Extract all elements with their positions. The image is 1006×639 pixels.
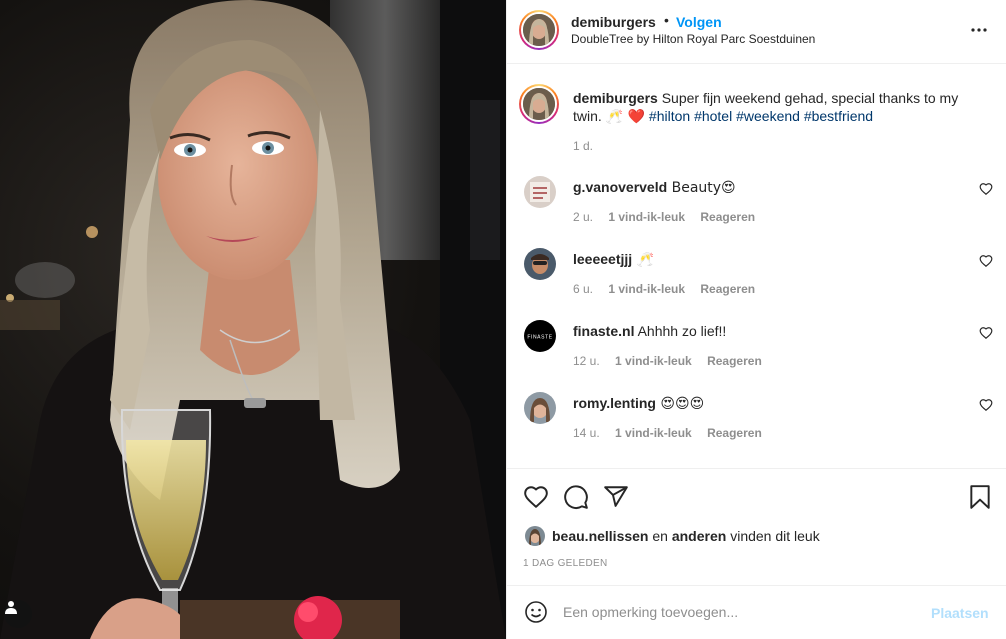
comment-bubble-icon[interactable] [563, 484, 589, 510]
comment-text: g.vanoverveld Beauty😍 [573, 179, 736, 196]
comment-item: FINASTE finaste.nl Ahhhh zo lief!! 12 u.… [507, 320, 1006, 392]
comment-avatar[interactable] [524, 176, 556, 208]
finaste-logo: FINASTE [524, 320, 556, 352]
like-heart-icon[interactable] [523, 484, 549, 510]
comment-item: leeeeetjjj 🥂 6 u. 1 vind-ik-leuk Reagere… [507, 248, 1006, 320]
comment-avatar[interactable]: FINASTE [524, 320, 556, 352]
comment-meta: 6 u. 1 vind-ik-leuk Reageren [573, 282, 767, 296]
comment-input[interactable] [563, 596, 923, 628]
comment-item: romy.lenting 😍😍😍 14 u. 1 vind-ik-leuk Re… [507, 392, 1006, 464]
caption-emojis: 🥂 ❤️ [605, 109, 646, 125]
comment-likes[interactable]: 1 vind-ik-leuk [615, 426, 692, 440]
tagged-users-button[interactable] [4, 600, 32, 628]
comment-meta: 12 u. 1 vind-ik-leuk Reageren [573, 354, 774, 368]
post-date[interactable]: 1 dag geleden [523, 558, 607, 569]
post-header: demiburgers • Volgen DoubleTree by Hilto… [507, 0, 1006, 64]
user-icon [5, 601, 17, 614]
author-avatar[interactable] [519, 10, 559, 50]
comment-username[interactable]: finaste.nl [573, 323, 634, 339]
share-send-icon[interactable] [603, 484, 629, 510]
bookmark-save-icon[interactable] [967, 484, 993, 510]
comment-meta: 14 u. 1 vind-ik-leuk Reageren [573, 426, 774, 440]
comment-body: 🥂 [632, 252, 655, 268]
comment-text: finaste.nl Ahhhh zo lief!! [573, 323, 726, 339]
avatar-image [523, 14, 555, 46]
post-photo[interactable] [0, 0, 506, 639]
comment-likes[interactable]: 1 vind-ik-leuk [608, 282, 685, 296]
caption-timestamp[interactable]: 1 d. [573, 139, 593, 153]
likes-summary: beau.nellissen en anderen vinden dit leu… [552, 528, 820, 544]
comment-username[interactable]: g.vanoverveld [573, 179, 667, 195]
avatar-image [523, 88, 555, 120]
more-options-button[interactable] [967, 18, 991, 42]
hashtag-link[interactable]: #hotel [694, 108, 732, 124]
separator-dot: • [664, 12, 669, 28]
comment-likes[interactable]: 1 vind-ik-leuk [615, 354, 692, 368]
comment-body: 😍😍😍 [655, 396, 705, 412]
comment-avatar[interactable] [524, 248, 556, 280]
like-comment-heart-icon[interactable] [979, 182, 993, 196]
more-horizontal-icon [971, 28, 987, 32]
reply-button[interactable]: Reageren [707, 426, 762, 440]
avatar-image [524, 248, 556, 280]
like-comment-heart-icon[interactable] [979, 326, 993, 340]
comment-body: Ahhhh zo lief!! [634, 323, 727, 339]
comment-body: Beauty😍 [667, 180, 736, 196]
like-comment-heart-icon[interactable] [979, 254, 993, 268]
hashtag-link[interactable]: #hilton [649, 108, 690, 124]
comment-time[interactable]: 6 u. [573, 282, 593, 296]
post-actions: beau.nellissen en anderen vinden dit leu… [507, 468, 1006, 585]
comment-meta: 2 u. 1 vind-ik-leuk Reageren [573, 210, 767, 224]
comment-text: leeeeetjjj 🥂 [573, 251, 654, 268]
comment-time[interactable]: 2 u. [573, 210, 593, 224]
comment-username[interactable]: romy.lenting [573, 395, 656, 411]
comment-time[interactable]: 14 u. [573, 426, 600, 440]
comment-time[interactable]: 12 u. [573, 354, 600, 368]
post-image [0, 0, 506, 639]
like-comment-heart-icon[interactable] [979, 398, 993, 412]
hashtag-link[interactable]: #weekend [736, 108, 800, 124]
post-panel: demiburgers • Volgen DoubleTree by Hilto… [506, 0, 1006, 639]
post-comment-button[interactable]: Plaatsen [931, 605, 989, 621]
author-username[interactable]: demiburgers [571, 14, 656, 30]
reply-button[interactable]: Reageren [707, 354, 762, 368]
reply-button[interactable]: Reageren [700, 282, 755, 296]
comment-item: g.vanoverveld Beauty😍 2 u. 1 vind-ik-leu… [507, 176, 1006, 248]
reply-button[interactable]: Reageren [700, 210, 755, 224]
avatar-image [524, 392, 556, 424]
avatar-image [524, 176, 556, 208]
comment-likes[interactable]: 1 vind-ik-leuk [608, 210, 685, 224]
emoji-smiley-icon[interactable] [524, 600, 548, 624]
comment-avatar[interactable] [524, 392, 556, 424]
caption-author-avatar[interactable] [519, 84, 559, 124]
comment-username[interactable]: leeeeetjjj [573, 251, 632, 267]
liker-avatar[interactable] [525, 526, 545, 546]
likes-suffix: vinden dit leuk [726, 528, 820, 544]
post-caption: demiburgers Super fijn weekend gehad, sp… [573, 89, 983, 126]
comment-composer: Plaatsen [507, 585, 1006, 639]
follow-button[interactable]: Volgen [676, 14, 722, 30]
svg-text:FINASTE: FINASTE [527, 335, 552, 341]
likes-connector: en [648, 528, 672, 544]
liker-username[interactable]: beau.nellissen [552, 528, 648, 544]
avatar-image [525, 526, 545, 546]
likes-others-link[interactable]: anderen [672, 528, 726, 544]
hashtag-link[interactable]: #bestfriend [804, 108, 873, 124]
comment-text: romy.lenting 😍😍😍 [573, 395, 704, 412]
post-location[interactable]: DoubleTree by Hilton Royal Parc Soestdui… [571, 32, 815, 46]
caption-username[interactable]: demiburgers [573, 90, 658, 106]
